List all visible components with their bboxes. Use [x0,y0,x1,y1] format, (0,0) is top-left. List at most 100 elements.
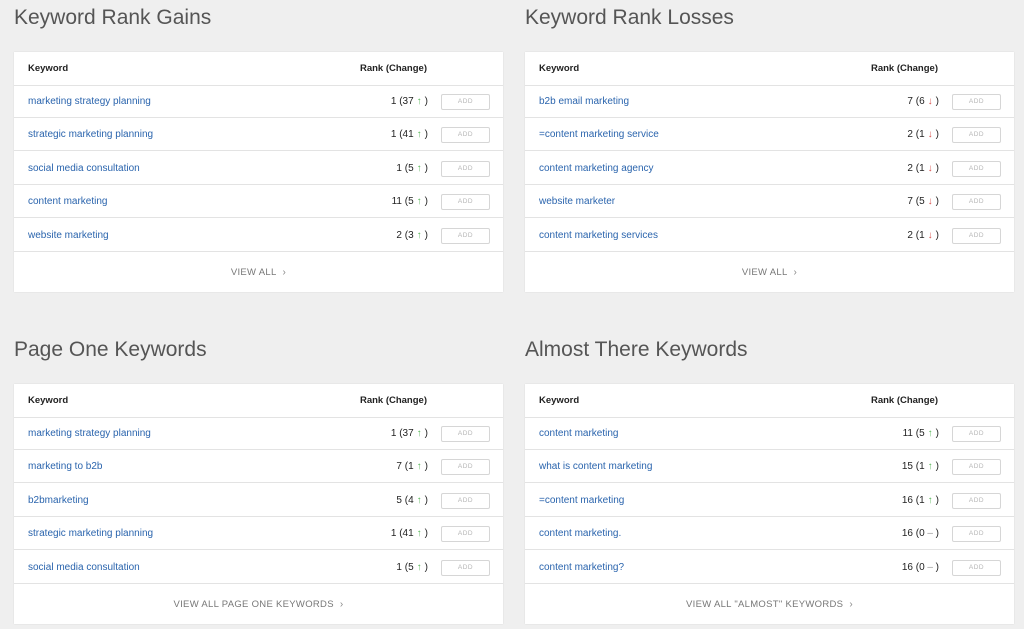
arrow-up-icon: ↑ [416,461,422,473]
add-button[interactable]: ADD [441,526,490,543]
keyword-link[interactable]: content marketing services [539,219,658,252]
add-button[interactable]: ADD [441,227,490,244]
keyword-link[interactable]: social media consultation [28,551,140,584]
rank-change: 11 (5 ↑) [903,417,939,450]
table-row: website marketer 7 (5 ↓) ADD [525,185,1014,219]
keyword-link[interactable]: website marketing [28,219,109,252]
chevron-right-icon: › [282,267,287,278]
keyword-rank-gains-panel: Keyword Rank Gains Keyword Rank (Change) ma… [14,0,503,292]
add-button[interactable]: ADD [441,194,490,211]
table-row: strategic marketing planning 1 (41 ↑) ADD [14,118,503,152]
rank-value: 5 [396,494,402,506]
add-button[interactable]: ADD [952,160,1001,177]
keyword-link[interactable]: =content marketing service [539,118,659,151]
add-button[interactable]: ADD [952,227,1001,244]
keyword-link[interactable]: b2b email marketing [539,85,629,118]
add-button[interactable]: ADD [441,94,490,110]
table-row: marketing strategy planning 1 (37 ↑) ADD [14,85,503,118]
keyword-link[interactable]: social media consultation [28,152,140,185]
rank-value: 16 [901,528,913,540]
keyword-link[interactable]: content marketing [28,185,108,218]
keyword-link[interactable]: =content marketing [539,484,624,517]
arrow-up-icon: ↑ [416,528,422,540]
rank-value: 11 [902,428,913,439]
arrow-up-icon: ↑ [416,196,422,208]
rank-change: 2 (1 ↓) [907,118,939,151]
keyword-link[interactable]: strategic marketing planning [28,118,153,151]
table-row: social media consultation 1 (5 ↑) ADD [14,152,503,185]
rank-value: 1 [390,96,397,107]
add-button[interactable]: ADD [441,459,490,476]
column-header-keyword: Keyword [539,63,580,74]
change-value: 41 [402,528,414,540]
rank-change: 15 (1 ↑) [902,450,939,483]
add-button[interactable]: ADD [952,94,1001,110]
chevron-right-icon: › [849,599,853,610]
view-all-link[interactable]: VIEW ALL › [525,253,1014,292]
keyword-link[interactable]: marketing strategy planning [28,417,151,450]
rank-change: 2 (1 ↓) [907,219,939,252]
keyword-link[interactable]: content marketing? [539,551,624,584]
rank-change: 1 (37 ↑) [391,85,428,118]
add-button[interactable]: ADD [441,127,490,144]
column-header-keyword: Keyword [28,63,69,74]
view-all-label: VIEW ALL PAGE ONE KEYWORDS [173,599,334,610]
table-row: =content marketing service 2 (1 ↓) ADD [525,118,1014,152]
keyword-link[interactable]: marketing strategy planning [28,85,151,118]
arrow-down-icon: ↓ [927,229,933,241]
arrow-up-icon: ↑ [416,561,422,573]
keyword-link[interactable]: strategic marketing planning [28,517,153,550]
table-row: marketing strategy planning 1 (37 ↑) ADD [14,417,503,450]
add-button[interactable]: ADD [441,559,490,576]
add-button[interactable]: ADD [952,127,1001,144]
table-header: Keyword Rank (Change) [525,384,1014,418]
keyword-link[interactable]: content marketing [539,417,619,450]
table-row: marketing to b2b 7 (1 ↑) ADD [14,450,503,484]
table-row: what is content marketing 15 (1 ↑) ADD [525,450,1014,484]
keyword-link[interactable]: b2bmarketing [28,484,89,517]
arrow-up-icon: ↑ [416,96,422,107]
arrow-up-icon: ↑ [416,428,422,439]
rank-value: 7 [907,96,913,107]
keyword-link[interactable]: website marketer [539,185,615,218]
table-row: content marketing 11 (5 ↑) ADD [14,185,503,219]
keyword-link[interactable]: content marketing. [539,517,621,550]
table-row: social media consultation 1 (5 ↑) ADD [14,551,503,584]
view-all-link[interactable]: VIEW ALL PAGE ONE KEYWORDS › [14,585,503,624]
dash-icon: – [927,561,933,573]
panel-title: Page One Keywords [14,338,207,361]
rank-change: 2 (1 ↓) [907,152,939,185]
table-row: content marketing services 2 (1 ↓) ADD [525,219,1014,252]
change-value: 37 [402,96,414,107]
add-button[interactable]: ADD [952,526,1001,543]
rank-change: 7 (5 ↓) [907,185,939,218]
view-all-link[interactable]: VIEW ALL "ALMOST" KEYWORDS › [525,585,1014,624]
table-row: website marketing 2 (3 ↑) ADD [14,219,503,252]
add-button[interactable]: ADD [441,426,490,442]
table-row: b2bmarketing 5 (4 ↑) ADD [14,484,503,517]
add-button[interactable]: ADD [952,459,1001,476]
table-row: strategic marketing planning 1 (41 ↑) ADD [14,517,503,551]
chevron-right-icon: › [793,267,798,278]
keyword-link[interactable]: marketing to b2b [28,450,103,483]
rank-value: 7 [396,461,402,473]
column-header-rank-change: Rank (Change) [359,63,427,74]
add-button[interactable]: ADD [441,160,490,177]
keyword-link[interactable]: what is content marketing [539,450,652,483]
add-button[interactable]: ADD [952,194,1001,211]
arrow-down-icon: ↓ [927,162,933,174]
add-button[interactable]: ADD [952,492,1001,509]
rank-change: 1 (5 ↑) [396,152,428,185]
rank-change: 7 (1 ↑) [396,450,428,483]
keyword-table-card: Keyword Rank (Change) marketing strategy p… [14,384,503,624]
rank-value: 1 [390,428,397,439]
add-button[interactable]: ADD [952,426,1001,442]
rank-change: 1 (41 ↑) [391,118,428,151]
rank-value: 2 [907,162,913,174]
add-button[interactable]: ADD [441,492,490,509]
keyword-link[interactable]: content marketing agency [539,152,654,185]
dash-icon: – [927,528,933,540]
rank-value: 1 [390,528,397,540]
add-button[interactable]: ADD [952,559,1001,576]
view-all-link[interactable]: VIEW ALL › [14,253,503,292]
